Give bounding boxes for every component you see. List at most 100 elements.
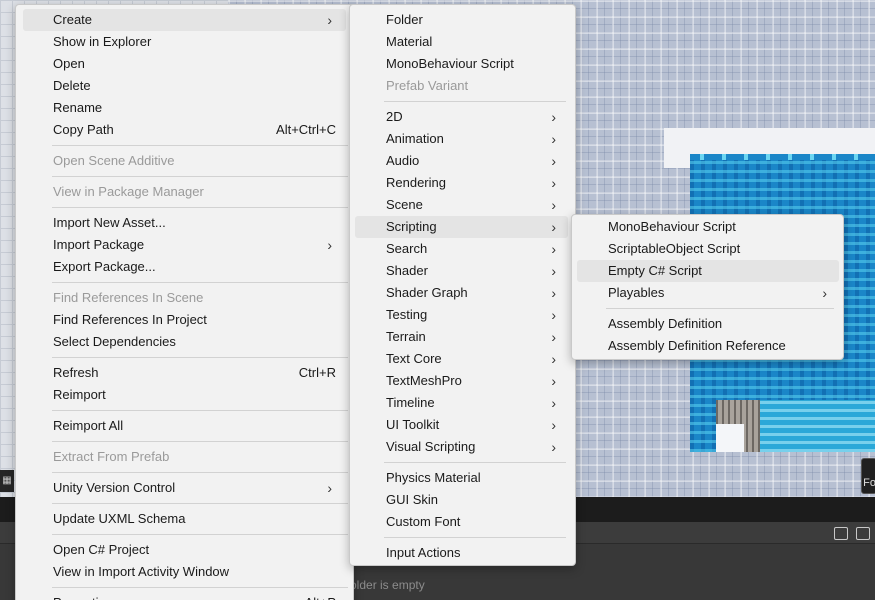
create-item-text-core[interactable]: Text Core › (355, 348, 568, 370)
menu-item-rename[interactable]: Rename (23, 97, 346, 119)
scripting-item-assembly-definition[interactable]: Assembly Definition (577, 313, 839, 335)
menu-item-show-in-explorer[interactable]: Show in Explorer (23, 31, 346, 53)
menu-separator (52, 145, 348, 146)
create-item-timeline[interactable]: Timeline › (355, 392, 568, 414)
menu-separator (384, 537, 566, 538)
menu-item-label: Copy Path (53, 122, 114, 137)
create-item-input-actions[interactable]: Input Actions (355, 542, 568, 564)
side-panel-tab[interactable]: Fo (861, 458, 875, 494)
chevron-right-icon: › (551, 219, 556, 235)
create-item-shader-graph[interactable]: Shader Graph › (355, 282, 568, 304)
menu-item-label: View in Import Activity Window (53, 564, 230, 579)
create-item-search[interactable]: Search › (355, 238, 568, 260)
menu-item-label: Rendering (386, 175, 446, 190)
menu-separator (384, 101, 566, 102)
menu-item-open[interactable]: Open (23, 53, 346, 75)
create-item-rendering[interactable]: Rendering › (355, 172, 568, 194)
create-item-visual-scripting[interactable]: Visual Scripting › (355, 436, 568, 458)
menu-item-refresh[interactable]: Refresh Ctrl+R (23, 362, 346, 384)
menu-item-label: Scripting (386, 219, 437, 234)
menu-separator (52, 503, 348, 504)
menu-item-label: Open C# Project (53, 542, 150, 557)
scripting-item-scriptableobject-script[interactable]: ScriptableObject Script (577, 238, 839, 260)
create-item-ui-toolkit[interactable]: UI Toolkit › (355, 414, 568, 436)
menu-item-label: Find References In Scene (53, 290, 204, 305)
create-submenu: Folder Material MonoBehaviour Script Pre… (349, 4, 576, 566)
menu-item-label: Show in Explorer (53, 34, 152, 49)
filter-icon[interactable] (856, 527, 870, 540)
create-item-physics-material[interactable]: Physics Material (355, 467, 568, 489)
menu-item-label: Terrain (386, 329, 426, 344)
create-item-textmeshpro[interactable]: TextMeshPro › (355, 370, 568, 392)
menu-item-label: Delete (53, 78, 91, 93)
menu-item-label: Audio (386, 153, 420, 168)
menu-item-properties[interactable]: Properties... Alt+P (23, 592, 346, 600)
create-item-scene[interactable]: Scene › (355, 194, 568, 216)
menu-item-label: Extract From Prefab (53, 449, 170, 464)
menu-item-update-uxml-schema[interactable]: Update UXML Schema (23, 508, 346, 530)
create-item-audio[interactable]: Audio › (355, 150, 568, 172)
menu-item-label: Select Dependencies (53, 334, 176, 349)
chevron-right-icon: › (551, 175, 556, 191)
chevron-right-icon: › (551, 197, 556, 213)
create-item-custom-font[interactable]: Custom Font (355, 511, 568, 533)
create-item-animation[interactable]: Animation › (355, 128, 568, 150)
menu-item-label: Open (53, 56, 85, 71)
menu-separator (52, 357, 348, 358)
create-item-gui-skin[interactable]: GUI Skin (355, 489, 568, 511)
menu-item-label: TextMeshPro (386, 373, 462, 388)
menu-item-label: GUI Skin (386, 492, 439, 507)
menu-item-copy-path[interactable]: Copy Path Alt+Ctrl+C (23, 119, 346, 141)
menu-item-label: Reimport All (53, 418, 124, 433)
menu-item-label: Animation (386, 131, 444, 146)
create-item-2d[interactable]: 2D › (355, 106, 568, 128)
menu-item-import-package[interactable]: Import Package › (23, 234, 346, 256)
chevron-right-icon: › (551, 329, 556, 345)
menu-item-label: Search (386, 241, 428, 256)
chevron-right-icon: › (551, 153, 556, 169)
scripting-item-assembly-definition-reference[interactable]: Assembly Definition Reference (577, 335, 839, 357)
menu-item-unity-version-control[interactable]: Unity Version Control › (23, 477, 346, 499)
side-panel-tab-label: Fo (863, 477, 875, 489)
menu-item-import-new-asset[interactable]: Import New Asset... (23, 212, 346, 234)
scene-tool-icon[interactable]: ▦ (0, 470, 14, 492)
create-item-testing[interactable]: Testing › (355, 304, 568, 326)
create-item-folder[interactable]: Folder (355, 9, 568, 31)
menu-item-label: Material (386, 34, 433, 49)
menu-item-export-package[interactable]: Export Package... (23, 256, 346, 278)
visibility-toggle-icon[interactable] (834, 527, 848, 540)
menu-item-create[interactable]: Create › (23, 9, 346, 31)
scripting-item-monobehaviour-script[interactable]: MonoBehaviour Script (577, 216, 839, 238)
create-item-monobehaviour-script[interactable]: MonoBehaviour Script (355, 53, 568, 75)
scripting-item-playables[interactable]: Playables › (577, 282, 839, 304)
menu-item-label: Properties... (53, 592, 123, 600)
menu-item-select-dependencies[interactable]: Select Dependencies (23, 331, 346, 353)
menu-item-label: Visual Scripting (386, 439, 476, 454)
menu-item-label: Text Core (386, 351, 442, 366)
menu-item-label: Timeline (386, 395, 435, 410)
menu-separator (52, 176, 348, 177)
menu-item-shortcut: Alt+Ctrl+C (276, 122, 336, 137)
chevron-right-icon: › (822, 285, 827, 301)
menu-item-label: 2D (386, 109, 403, 124)
menu-separator (52, 534, 348, 535)
menu-item-reimport-all[interactable]: Reimport All (23, 415, 346, 437)
stone-floor-tile (716, 424, 744, 452)
context-menu: Create › Show in Explorer Open Delete Re… (15, 4, 354, 600)
menu-separator (52, 441, 348, 442)
menu-item-reimport[interactable]: Reimport (23, 384, 346, 406)
create-item-scripting[interactable]: Scripting › (355, 216, 568, 238)
create-item-terrain[interactable]: Terrain › (355, 326, 568, 348)
scripting-item-empty-csharp-script[interactable]: Empty C# Script (577, 260, 839, 282)
create-item-material[interactable]: Material (355, 31, 568, 53)
menu-item-delete[interactable]: Delete (23, 75, 346, 97)
chevron-right-icon: › (327, 480, 332, 496)
menu-item-label: Refresh (53, 365, 99, 380)
menu-item-open-csharp-project[interactable]: Open C# Project (23, 539, 346, 561)
chevron-right-icon: › (551, 285, 556, 301)
menu-item-label: Shader (386, 263, 428, 278)
menu-item-label: Rename (53, 100, 103, 115)
menu-item-view-in-import-activity[interactable]: View in Import Activity Window (23, 561, 346, 583)
menu-item-find-references-in-project[interactable]: Find References In Project (23, 309, 346, 331)
create-item-shader[interactable]: Shader › (355, 260, 568, 282)
